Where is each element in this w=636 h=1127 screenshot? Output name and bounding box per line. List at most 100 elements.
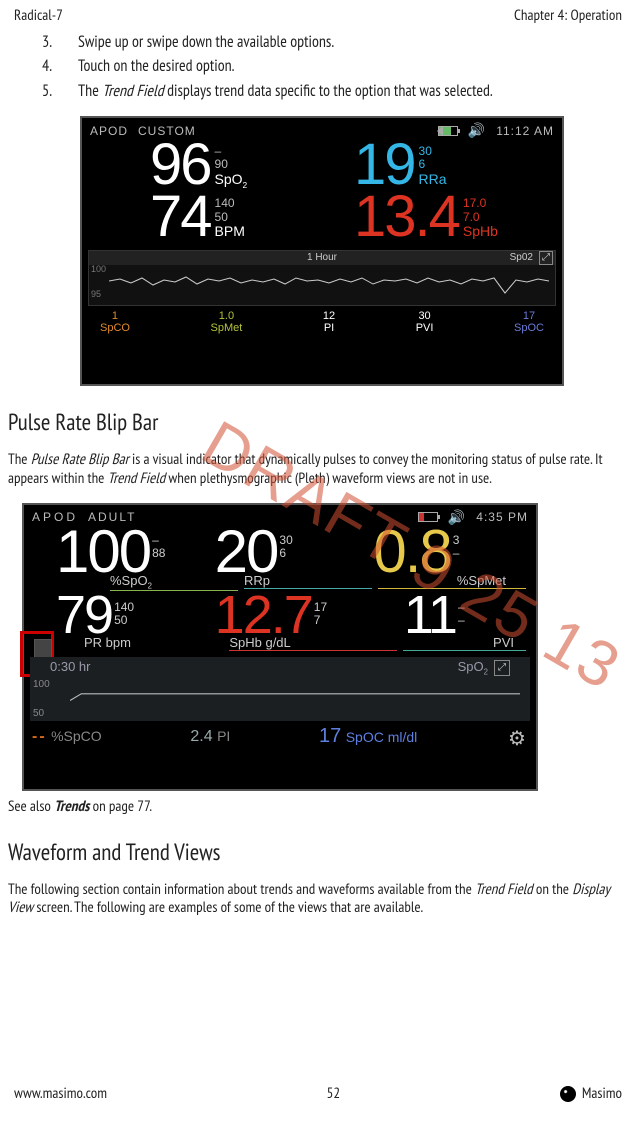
vital-label: SpHb g/dL: [229, 635, 396, 651]
metric-label: SpMet: [211, 322, 243, 334]
vital-value: 74: [150, 191, 211, 243]
limit-low: 50: [215, 211, 245, 224]
brand-name: Masimo: [582, 1084, 622, 1103]
section-heading: Pulse Rate Blip Bar: [8, 408, 628, 437]
vitals-label-row: PR bpm SpHb g/dL PVI: [24, 635, 536, 651]
device-screenshot-trend-field: APOD CUSTOM 🔊 11:12 AM 96 – 90 SpO2 19 3…: [80, 116, 564, 386]
vital-limits: 3 –: [451, 526, 460, 577]
cross-reference: Trends: [54, 797, 89, 816]
step-text: Touch on the desired option.: [78, 55, 235, 77]
metric-value: 12: [323, 310, 335, 322]
vital-label: BPM: [215, 224, 245, 239]
battery-icon: [438, 126, 458, 136]
emphasis: Trend Field: [475, 880, 533, 899]
limit-low: 50: [114, 614, 134, 627]
list-item: 3. Swipe up or swipe down the available …: [42, 31, 628, 53]
battery-icon: [418, 512, 438, 522]
text-run: on the: [533, 880, 573, 899]
metric-spoc[interactable]: 17 SpOC: [514, 310, 544, 334]
section-heading: Waveform and Trend Views: [8, 838, 628, 867]
step-text: Swipe up or swipe down the available opt…: [78, 31, 334, 53]
limit-low: –: [453, 547, 460, 560]
metric-pi[interactable]: 12 PI: [323, 310, 335, 334]
brand: Masimo: [560, 1084, 622, 1103]
metric-label: PI: [217, 728, 230, 744]
trend-param: Sp02: [510, 252, 533, 263]
vital-pvi[interactable]: 11 – –: [404, 593, 526, 639]
limit-low: 7: [314, 614, 327, 627]
metric-value: --: [32, 728, 47, 745]
vital-bpm[interactable]: 74 140 50 BPM: [150, 191, 350, 243]
vital-label: SpHb: [463, 224, 498, 239]
text-run: See also: [8, 797, 54, 816]
tick: 50: [33, 708, 44, 719]
vital-spo2[interactable]: 100 – 88: [56, 526, 209, 577]
expand-icon[interactable]: ⤢: [539, 251, 553, 265]
doc-title-left: Radical-7: [14, 6, 63, 25]
trend-graph[interactable]: 1 Hour Sp02 ⤢ 100 95: [88, 250, 556, 306]
step-number: 5.: [42, 80, 56, 102]
speaker-icon: 🔊: [468, 122, 486, 139]
page-content: 3. Swipe up or swipe down the available …: [0, 25, 636, 1074]
vital-limits: 30 6: [277, 526, 292, 577]
waveform-icon: [70, 687, 520, 707]
text-run: displays trend data specific to the opti…: [164, 81, 493, 101]
y-axis-ticks: 100 95: [91, 265, 106, 301]
brand-logo-icon: [560, 1086, 576, 1102]
metric-value: 1: [100, 310, 130, 322]
vital-limits: – –: [456, 593, 465, 639]
caption: See also Trends on page 77.: [8, 797, 628, 816]
tick: 100: [91, 265, 106, 275]
page-header: Radical-7 Chapter 4: Operation: [0, 0, 636, 25]
metric-spoc[interactable]: 17 SpOC ml/dl: [319, 725, 417, 748]
metric-spmet[interactable]: 1.0 SpMet: [211, 310, 243, 334]
metric-label: SpOC ml/dl: [346, 729, 418, 745]
vital-limits: 140 50 BPM: [211, 191, 245, 239]
text-run: on page 77.: [89, 797, 152, 816]
trend-header: 0:30 hr SpO2 ⤢: [30, 659, 530, 677]
step-number: 4.: [42, 55, 56, 77]
trend-param: SpO2: [458, 659, 488, 677]
vital-value: 100: [56, 526, 150, 577]
limit-high: 17.0: [463, 197, 498, 210]
vital-rrp[interactable]: 20 30 6: [215, 526, 368, 577]
metric-pi[interactable]: 2.4 PI: [190, 728, 230, 746]
metric-value: 17: [319, 725, 341, 747]
limit-low: –: [458, 614, 465, 627]
step-number: 3.: [42, 31, 56, 53]
metric-spco[interactable]: -- %SpCO: [32, 728, 102, 746]
vital-pr[interactable]: 79 140 50: [56, 593, 209, 639]
emphasis: Trend Field: [108, 469, 166, 488]
vitals-row: 100 – 88 20 30 6 0.8 3 –: [24, 526, 536, 577]
emphasis: Pulse Rate Blip Bar: [31, 450, 129, 469]
clock: 4:35 PM: [476, 510, 528, 524]
tick: 95: [91, 290, 106, 300]
vital-value: 0.8: [373, 526, 450, 577]
vital-sphb[interactable]: 13.4 17.0 7.0 SpHb: [354, 191, 554, 243]
metric-spco[interactable]: 1 SpCO: [100, 310, 130, 334]
limit-low: 7.0: [463, 211, 498, 224]
page-footer: www.masimo.com 52 Masimo: [0, 1074, 636, 1127]
gear-icon[interactable]: ⚙: [506, 726, 528, 748]
metric-value: 1.0: [211, 310, 243, 322]
vital-limits: 17.0 7.0 SpHb: [459, 191, 498, 239]
vital-limits: – 90 SpO2: [211, 139, 248, 189]
metric-pvi[interactable]: 30 PVI: [416, 310, 434, 334]
tick: 100: [33, 679, 50, 690]
footer-url: www.masimo.com: [14, 1084, 107, 1103]
vital-value: 12.7: [215, 593, 312, 639]
list-item: 5. The Trend Field displays trend data s…: [42, 80, 628, 102]
doc-title-right: Chapter 4: Operation: [514, 6, 622, 25]
vital-spmet[interactable]: 0.8 3 –: [373, 526, 526, 577]
trend-graph[interactable]: 0:30 hr SpO2 ⤢ 100 50: [30, 657, 530, 721]
expand-icon[interactable]: ⤢: [494, 660, 510, 676]
vital-limits: 30 6 RRa: [415, 139, 447, 187]
body-paragraph: The Pulse Rate Blip Bar is a visual indi…: [8, 451, 628, 489]
text-run: The: [78, 81, 102, 101]
vital-sphb[interactable]: 12.7 17 7: [215, 593, 398, 639]
vital-limits: 140 50: [112, 593, 134, 639]
limit-high: 140: [215, 197, 245, 210]
metric-value: 17: [514, 310, 544, 322]
trend-span: 1 Hour: [307, 252, 337, 263]
clock: 11:12 AM: [496, 124, 554, 138]
